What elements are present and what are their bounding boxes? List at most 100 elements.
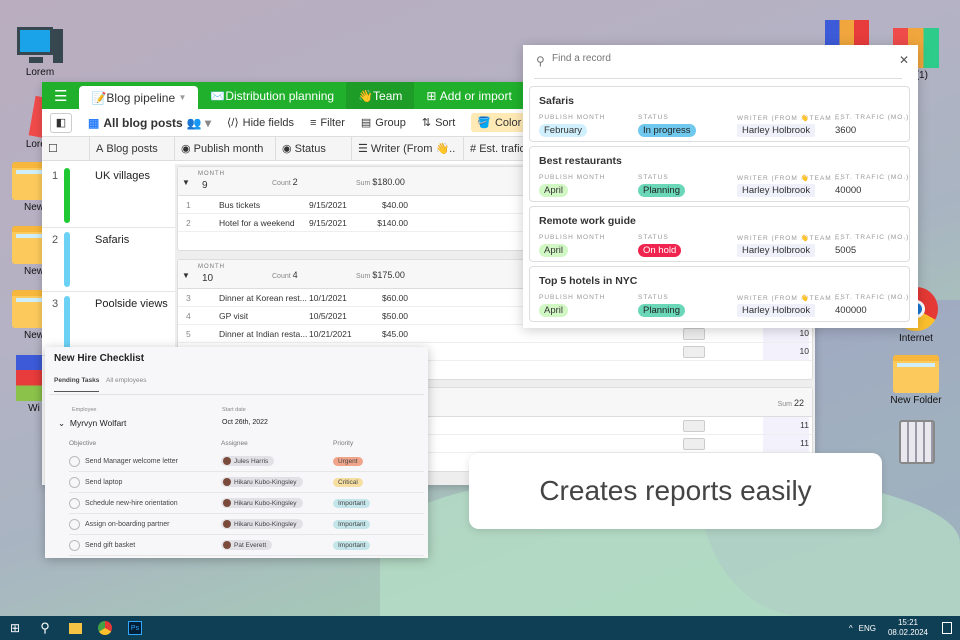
field-label: PUBLISH MONTH [539, 234, 606, 241]
priority-header: Priority [333, 440, 354, 447]
menu-icon[interactable]: ☰ [42, 82, 79, 109]
employee-label: Employee [72, 407, 97, 413]
search-icon[interactable]: ⚲ [30, 616, 60, 640]
sum-value: $175.00 [372, 270, 405, 280]
publish-month-tag: February [539, 124, 588, 137]
table-cell: $60.00 [382, 292, 408, 303]
start-date: Oct 26th, 2022 [222, 419, 268, 426]
group-field-label: MONTH [198, 264, 225, 270]
photoshop-icon[interactable]: Ps [120, 616, 150, 640]
group-sum: Sum 22 [778, 398, 804, 408]
record-title: Top 5 hotels in NYC [539, 275, 638, 287]
close-icon[interactable]: ✕ [899, 53, 909, 67]
assignee-chip[interactable]: Hikaru Kubo-Kingsley [221, 519, 303, 529]
language-indicator[interactable]: ENG [859, 624, 876, 633]
task-row[interactable]: Schedule new-hire orientation Hikaru Kubo… [69, 493, 424, 514]
record-number: 1 [52, 170, 59, 182]
assignee-chip[interactable]: Jules Harris [221, 456, 275, 466]
priority-badge: Critical [333, 477, 363, 487]
task-checkbox[interactable] [69, 497, 80, 509]
row-number: 1 [186, 199, 191, 210]
sort-button[interactable]: ⇅ Sort [422, 116, 455, 130]
table-cell: Hotel for a weekend [219, 217, 295, 228]
collapse-group-icon[interactable]: ▼ [182, 271, 190, 280]
traffic-value: 3600 [835, 125, 857, 136]
field-label: EST. TRAFIC (MO.) [835, 294, 910, 301]
filter-icon: ≡ [310, 116, 317, 129]
task-row[interactable]: Assign on-boarding partner Hikaru Kubo-Ki… [69, 514, 424, 535]
record-row[interactable]: 1 UK villages [42, 164, 175, 228]
notification-icon[interactable] [942, 622, 952, 634]
view-switcher[interactable]: ▦ All blog posts 👥 ▾ [88, 116, 211, 130]
column-header-writer[interactable]: ☰ Writer (From 👋.. [352, 137, 464, 160]
table-cell: Dinner at Indian resta... [219, 328, 307, 339]
task-checkbox[interactable] [69, 539, 80, 551]
count-label: Count [272, 273, 291, 280]
task-row[interactable]: Send Manager welcome letter Jules Harris U… [69, 451, 424, 472]
recycle-bin-icon[interactable] [899, 420, 935, 464]
add-or-import-button[interactable]: ⊞ Add or import [414, 82, 523, 109]
attachment-thumbnail[interactable] [683, 345, 705, 358]
record-row[interactable]: 2 Safaris [42, 228, 175, 292]
attachment-thumbnail[interactable] [683, 327, 705, 340]
find-record-input[interactable] [552, 53, 872, 64]
tab-pending-tasks[interactable]: Pending Tasks [54, 377, 100, 392]
desktop-icon-computer[interactable]: Lorem [10, 25, 70, 78]
tab-distribution-planning[interactable]: ✉️ Distribution planning [198, 82, 346, 109]
attachment-thumbnail[interactable] [683, 437, 705, 450]
divider [534, 78, 902, 79]
table-cell: Dinner at Korean rest... [219, 292, 307, 303]
tab-all-employees[interactable]: All employees [106, 377, 146, 384]
tab-team[interactable]: 👋 Team [346, 82, 415, 109]
group-value: 10 [202, 273, 214, 284]
filter-button[interactable]: ≡ Filter [310, 117, 345, 129]
task-checkbox[interactable] [69, 455, 80, 467]
priority-badge: Urgent [333, 456, 363, 466]
plus-icon: ⊞ [426, 88, 440, 103]
record-number: 3 [52, 298, 59, 310]
group-button[interactable]: ▤ Group [361, 116, 406, 130]
task-checkbox[interactable] [69, 518, 80, 530]
task-row[interactable]: Send laptop Hikaru Kubo-Kingsley Critical [69, 472, 424, 493]
assignee-chip[interactable]: Pat Everett [221, 540, 273, 550]
writer-chip: Harley Holbrook [737, 244, 816, 257]
hide-icon: ⟨/⟩ [227, 117, 239, 129]
color-button[interactable]: 🪣 Color [471, 113, 528, 132]
folder-icon [893, 355, 939, 393]
collapse-group-icon[interactable]: ▼ [182, 178, 190, 187]
clock[interactable]: 15:21 08.02.2024 [888, 618, 928, 638]
record-card[interactable]: Remote work guide PUBLISH MONTH STATUS WRIT… [529, 206, 910, 262]
column-header-blog-posts[interactable]: A Blog posts [90, 137, 175, 160]
tab-blog-pipeline[interactable]: 📝 Blog pipeline ▼ [79, 86, 199, 109]
file-explorer-icon[interactable] [60, 616, 90, 640]
select-all-checkbox[interactable]: ☐ [42, 137, 90, 160]
record-card[interactable]: Top 5 hotels in NYC PUBLISH MONTH STATUS WR… [529, 266, 910, 322]
field-label: STATUS [638, 294, 669, 301]
status-tag: In progress [638, 124, 696, 137]
start-button[interactable]: ⊞ [0, 616, 30, 640]
tray-chevron-icon[interactable]: ^ [849, 624, 853, 633]
assignee-name: Hikaru Kubo-Kingsley [234, 520, 297, 528]
employee-row-toggle[interactable]: ⌄ Myrvyn Wolfart [58, 418, 126, 429]
search-icon: ⚲ [536, 54, 545, 68]
assignee-chip[interactable]: Hikaru Kubo-Kingsley [221, 477, 303, 487]
record-card[interactable]: Safaris PUBLISH MONTH STATUS WRITER (FROM 👋… [529, 86, 910, 142]
table-cell: 10/21/2021 [309, 328, 352, 339]
chrome-taskbar-icon[interactable] [90, 616, 120, 640]
column-header-publish-month[interactable]: ◉ Publish month [175, 137, 276, 160]
assignee-header: Assignee [221, 440, 248, 447]
assignee-name: Pat Everett [234, 541, 267, 549]
group-count: Count 2 [272, 177, 298, 187]
hide-fields-button[interactable]: ⟨/⟩ Hide fields [227, 116, 294, 130]
attachment-thumbnail[interactable] [683, 419, 705, 432]
task-checkbox[interactable] [69, 476, 80, 488]
column-header-status[interactable]: ◉ Status [276, 137, 352, 160]
sidebar-toggle-button[interactable]: ◧ [50, 112, 72, 133]
assignee-chip[interactable]: Hikaru Kubo-Kingsley [221, 498, 303, 508]
traffic-value: 40000 [835, 185, 862, 196]
task-row[interactable]: Send gift basket Pat Everett Important [69, 535, 424, 556]
record-card[interactable]: Best restaurants PUBLISH MONTH STATUS WRITE… [529, 146, 910, 202]
assignee-name: Jules Harris [234, 457, 269, 465]
desktop-icon-new-folder[interactable]: New Folder [886, 355, 946, 406]
field-label: EST. TRAFIC (MO.) [835, 234, 910, 241]
